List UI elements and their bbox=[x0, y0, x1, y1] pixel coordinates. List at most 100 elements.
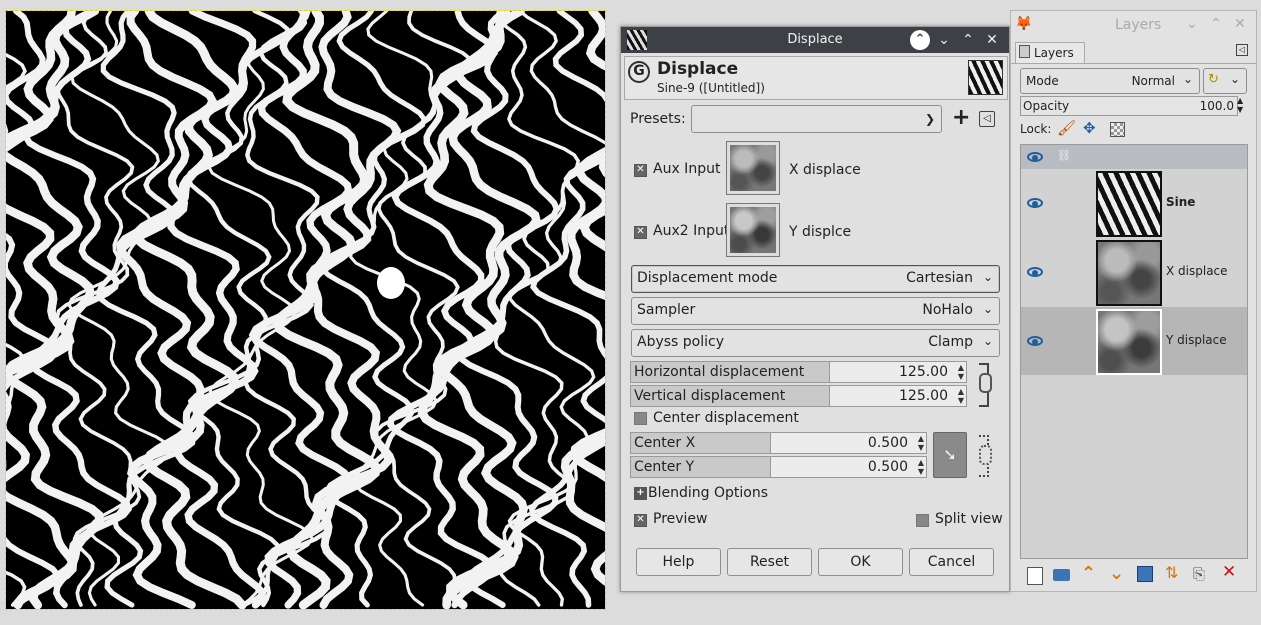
aux2-input-layer-name: Y displce bbox=[789, 224, 852, 240]
aux2-input-checkbox[interactable]: ✕ bbox=[634, 226, 647, 239]
spin-arrows-icon[interactable]: ▲ ▼ bbox=[958, 363, 964, 381]
add-preset-icon[interactable]: + bbox=[952, 107, 970, 129]
layer-name: X displace bbox=[1166, 264, 1228, 278]
center-x-spin[interactable]: Center X 0.500 ▲ ▼ bbox=[630, 432, 927, 454]
lock-pixels-brush-icon[interactable]: 🖌 bbox=[1057, 119, 1076, 137]
abyss-policy-combo[interactable]: Abyss policy Clamp ⌄ bbox=[631, 329, 1000, 357]
layer-mode-combo[interactable]: Mode Normal ⌄ bbox=[1020, 68, 1200, 94]
lock-label: Lock: bbox=[1020, 122, 1052, 136]
displaced-sine-image bbox=[6, 11, 605, 609]
center-displacement-label: Center displacement bbox=[653, 410, 799, 426]
presets-combo[interactable]: ❯ bbox=[691, 105, 942, 133]
aux-input-checkbox[interactable]: ✕ bbox=[634, 164, 647, 177]
chain-header-icon[interactable]: ⛓ bbox=[1057, 149, 1071, 162]
aux2-input-label: Aux2 Input bbox=[653, 223, 730, 239]
new-layer-group-icon[interactable] bbox=[1053, 569, 1070, 581]
aux-input-label: Aux Input bbox=[653, 161, 721, 177]
presets-label: Presets: bbox=[630, 111, 686, 127]
dialog-titlebar[interactable]: Displace ⌃ ⌄ ⌃ ✕ bbox=[621, 27, 1009, 53]
dock-window-title: Layers bbox=[1115, 17, 1162, 33]
abyss-policy-value: Clamp bbox=[928, 334, 973, 350]
chevron-down-icon: ⌄ bbox=[982, 302, 993, 316]
tab-layers[interactable]: Layers bbox=[1015, 42, 1085, 63]
dialog-header-title: Displace bbox=[657, 59, 739, 79]
visibility-eye-icon[interactable] bbox=[1027, 267, 1043, 277]
visibility-eye-icon[interactable] bbox=[1027, 198, 1043, 208]
center-y-spin[interactable]: Center Y 0.500 ▲ ▼ bbox=[630, 456, 927, 478]
chain-link-icon[interactable] bbox=[979, 373, 992, 393]
spin-arrows-icon[interactable]: ▲ ▼ bbox=[918, 434, 924, 452]
displacement-mode-label: Displacement mode bbox=[637, 270, 778, 286]
spin-arrows-icon[interactable]: ▲ ▼ bbox=[1237, 96, 1243, 114]
layer-row-sine[interactable]: Sine bbox=[1021, 169, 1247, 237]
preview-checkbox[interactable]: ✕ bbox=[634, 514, 647, 527]
merge-layer-icon[interactable]: ⇅ bbox=[1165, 563, 1178, 582]
layer-name: Sine bbox=[1166, 195, 1196, 209]
help-button[interactable]: Help bbox=[636, 548, 721, 576]
opacity-spin[interactable]: Opacity 100.0 bbox=[1020, 96, 1238, 116]
horizontal-displacement-value: 125.00 bbox=[899, 364, 948, 380]
new-layer-icon[interactable] bbox=[1027, 567, 1043, 585]
center-displacement-checkbox[interactable] bbox=[634, 412, 647, 425]
ok-button[interactable]: OK bbox=[818, 548, 903, 576]
spin-arrows-icon[interactable]: ▲ ▼ bbox=[958, 387, 964, 405]
layers-tab-icon bbox=[1019, 45, 1030, 58]
keep-above-icon[interactable]: ⌃ bbox=[910, 30, 930, 50]
layer-thumbnail bbox=[1096, 309, 1162, 375]
visibility-eye-icon[interactable] bbox=[1027, 336, 1043, 346]
mask-layer-icon[interactable]: ⎘ bbox=[1193, 565, 1205, 583]
lock-position-move-icon[interactable]: ✥ bbox=[1083, 119, 1096, 137]
preset-menu-icon[interactable]: ◁ bbox=[979, 111, 995, 127]
center-y-label: Center Y bbox=[631, 457, 771, 477]
layer-row-y-displace[interactable]: Y displace bbox=[1021, 307, 1247, 375]
sine-stripe bbox=[167, 11, 267, 609]
gegl-icon: G bbox=[628, 61, 650, 83]
vertical-displacement-spin[interactable]: Vertical displacement 125.00 ▲ ▼ bbox=[630, 385, 967, 407]
image-canvas[interactable] bbox=[5, 10, 606, 610]
horizontal-displacement-label: Horizontal displacement bbox=[631, 362, 830, 382]
lock-alpha-icon[interactable] bbox=[1110, 122, 1125, 137]
pick-center-pointer-icon[interactable]: ➘ bbox=[933, 432, 967, 478]
chevron-down-icon: ⌄ bbox=[1182, 72, 1193, 86]
close-icon[interactable]: ✕ bbox=[1234, 16, 1246, 32]
layers-list-header: ⛓ bbox=[1021, 145, 1247, 169]
vertical-displacement-label: Vertical displacement bbox=[631, 386, 830, 406]
delete-layer-icon[interactable]: ✕ bbox=[1222, 562, 1236, 582]
layer-row-x-displace[interactable]: X displace bbox=[1021, 238, 1247, 306]
blending-options-expander[interactable]: Blending Options bbox=[648, 485, 768, 501]
raise-layer-icon[interactable]: ⌃ bbox=[1081, 563, 1096, 584]
minimize-icon[interactable]: ⌄ bbox=[1186, 16, 1198, 32]
sampler-combo[interactable]: Sampler NoHalo ⌄ bbox=[631, 297, 1000, 325]
mode-label: Mode bbox=[1026, 74, 1059, 88]
dock-menu-icon[interactable]: ◁ bbox=[1236, 44, 1248, 56]
sine-stripe bbox=[455, 11, 560, 608]
reset-button[interactable]: Reset bbox=[727, 548, 812, 576]
aux2-input-button[interactable] bbox=[726, 203, 780, 257]
chain-broken-icon[interactable] bbox=[979, 445, 992, 465]
aux-input-button[interactable] bbox=[726, 141, 780, 195]
minimize-icon[interactable]: ⌄ bbox=[934, 30, 954, 50]
tab-divider bbox=[1011, 63, 1256, 64]
opacity-value: 100.0 bbox=[1199, 99, 1234, 113]
expand-plus-icon[interactable]: + bbox=[634, 487, 647, 500]
maximize-icon[interactable]: ⌃ bbox=[1210, 16, 1222, 32]
layers-list[interactable]: ⛓ Sine X displace Y displace bbox=[1020, 144, 1248, 559]
maximize-icon[interactable]: ⌃ bbox=[958, 30, 978, 50]
displacement-mode-combo[interactable]: Displacement mode Cartesian ⌄ bbox=[631, 265, 1000, 293]
visibility-header-eye-icon[interactable] bbox=[1027, 152, 1043, 162]
displace-dialog: Displace ⌃ ⌄ ⌃ ✕ G Displace Sine-9 ([Unt… bbox=[620, 26, 1010, 592]
cancel-button[interactable]: Cancel bbox=[909, 548, 994, 576]
displacement-mode-value: Cartesian bbox=[906, 270, 973, 286]
tab-layers-label: Layers bbox=[1034, 46, 1074, 60]
horizontal-displacement-spin[interactable]: Horizontal displacement 125.00 ▲ ▼ bbox=[630, 361, 967, 383]
vertical-displacement-value: 125.00 bbox=[899, 388, 948, 404]
split-view-checkbox[interactable] bbox=[916, 514, 929, 527]
lower-layer-icon[interactable]: ⌄ bbox=[1109, 563, 1124, 584]
close-icon[interactable]: ✕ bbox=[982, 30, 1002, 50]
aux-input-layer-name: X displace bbox=[789, 162, 861, 178]
drawable-thumbnail bbox=[968, 60, 1003, 95]
spin-arrows-icon[interactable]: ▲ ▼ bbox=[918, 458, 924, 476]
composite-mode-combo[interactable]: ↻ ⌄ bbox=[1203, 68, 1247, 94]
layer-thumbnail bbox=[1096, 240, 1162, 306]
duplicate-layer-icon[interactable] bbox=[1137, 566, 1153, 582]
